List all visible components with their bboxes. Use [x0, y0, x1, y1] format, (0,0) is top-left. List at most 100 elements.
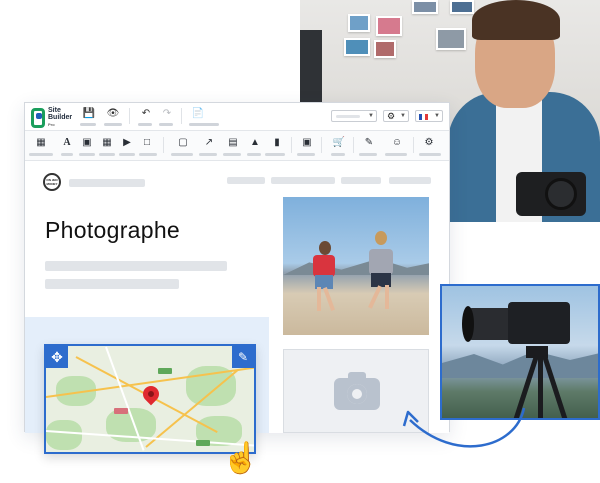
map-label — [114, 408, 128, 414]
gear-icon: ⚙ — [387, 111, 396, 121]
map-icon[interactable]: □ — [139, 137, 155, 149]
form-icon[interactable]: ▤ — [225, 137, 241, 149]
divider — [413, 137, 414, 153]
label-placeholder — [419, 153, 441, 156]
pointer-hand-icon: ☝ — [221, 442, 260, 475]
leg-shape — [323, 287, 335, 311]
label-placeholder — [171, 153, 193, 156]
nav-item-placeholder[interactable] — [271, 177, 335, 184]
language-select[interactable]: ▼ — [415, 110, 443, 122]
brand-line1: Site — [48, 107, 61, 114]
head-shape — [319, 241, 331, 255]
redo-icon[interactable]: ↷ — [159, 108, 175, 119]
label-placeholder — [138, 123, 152, 126]
jumping-girls-photo[interactable] — [283, 197, 429, 335]
undo-icon[interactable]: ↶ — [138, 108, 154, 119]
nav-item-placeholder[interactable] — [227, 177, 265, 184]
save-icon[interactable]: 💾 — [81, 108, 97, 119]
map-widget[interactable]: ✥ ✎ — [44, 344, 256, 454]
girl-grey-shirt — [368, 227, 393, 312]
logo-mark-icon — [31, 107, 45, 128]
settings-select[interactable]: ⚙ ▼ — [383, 110, 409, 122]
label-placeholder — [119, 153, 135, 156]
toolbar-top: Site Builder Pro 💾 👁 ↶ ↷ 📄 ▼ ⚙ ▼ ▼ — [25, 103, 449, 131]
mountains-shape — [283, 258, 429, 275]
camera-tripod-photo — [440, 284, 600, 420]
wall-photo — [412, 0, 438, 14]
wall-photo — [450, 0, 474, 14]
share-icon[interactable]: ↗ — [201, 137, 217, 149]
label-placeholder — [29, 153, 53, 156]
cart-icon[interactable]: 🛒 — [331, 137, 347, 149]
page-title[interactable]: Photographe — [45, 217, 180, 244]
divider — [181, 108, 182, 124]
french-flag-icon — [419, 114, 428, 120]
bookmark-icon[interactable]: ▮ — [269, 137, 285, 149]
brand-sub: Pro — [48, 122, 55, 127]
text-icon[interactable]: A — [59, 137, 75, 149]
nav-item-placeholder[interactable] — [341, 177, 381, 184]
nav-item-placeholder[interactable] — [389, 177, 431, 184]
text-placeholder — [45, 279, 179, 289]
layout-icon[interactable]: ▦ — [33, 137, 49, 149]
leg-shape — [317, 287, 321, 311]
label-placeholder — [247, 153, 261, 156]
divider — [321, 137, 322, 153]
chevron-down-icon: ▼ — [368, 113, 374, 119]
video-icon[interactable]: ▶ — [119, 137, 135, 149]
man-hair — [472, 0, 560, 40]
camera-lens — [545, 178, 577, 210]
site-logo[interactable]: ON JEN MONEY — [43, 173, 61, 191]
label-placeholder — [359, 153, 377, 156]
site-name-placeholder — [69, 179, 145, 187]
label-placeholder — [297, 153, 315, 156]
embed-icon[interactable]: ▣ — [299, 137, 315, 149]
preview-eye-icon[interactable]: 👁 — [105, 108, 121, 119]
edit-icon[interactable]: ✎ — [361, 137, 377, 149]
page-icon[interactable]: 📄 — [190, 108, 206, 119]
page-select[interactable]: ▼ — [331, 110, 377, 122]
logo-text: Site Builder Pro — [48, 107, 72, 128]
text-placeholder — [45, 261, 227, 271]
map-area — [46, 420, 82, 450]
settings-icon[interactable]: ⚙ — [421, 137, 437, 149]
label-placeholder — [99, 153, 115, 156]
map-label — [196, 440, 210, 446]
leg-shape — [368, 285, 382, 309]
label-placeholder — [331, 153, 345, 156]
wall-photo — [376, 16, 402, 36]
wall-photo — [436, 28, 466, 50]
move-icon[interactable]: ✥ — [46, 346, 68, 368]
label-placeholder — [385, 153, 407, 156]
lens-front-shape — [462, 306, 474, 342]
shirt-shape — [369, 249, 393, 275]
curved-arrow-icon — [402, 407, 526, 448]
label-placeholder — [139, 153, 157, 156]
divider — [129, 108, 130, 124]
users-icon[interactable]: ☺ — [389, 137, 405, 149]
label-placeholder — [223, 153, 241, 156]
mountains-shape — [442, 351, 598, 378]
shirt-shape — [313, 255, 335, 277]
label-placeholder — [104, 123, 122, 126]
box-icon[interactable]: ▢ — [175, 137, 191, 149]
gallery-icon[interactable]: ▦ — [99, 137, 115, 149]
label-placeholder — [79, 153, 95, 156]
divider — [291, 137, 292, 153]
leg-shape — [385, 285, 389, 309]
girl-red-shirt — [313, 237, 335, 311]
chevron-down-icon: ▼ — [434, 113, 440, 119]
toolbar-widgets: ▦ A ▣ ▦ ▶ □ ▢ ↗ ▤ ▲ ▮ ▣ 🛒 ✎ ☺ ⚙ — [25, 131, 449, 161]
map-label — [158, 368, 172, 374]
label-placeholder — [265, 153, 285, 156]
label-placeholder — [159, 123, 173, 126]
chevron-down-icon: ▼ — [400, 113, 406, 119]
image-icon[interactable]: ▣ — [79, 137, 95, 149]
wall-photo — [348, 14, 370, 32]
label-placeholder — [199, 153, 217, 156]
camera-icon — [334, 372, 380, 410]
camera-body-shape — [508, 302, 570, 344]
head-shape — [375, 231, 387, 245]
sitemap-icon[interactable]: ▲ — [247, 137, 263, 149]
pencil-icon[interactable]: ✎ — [232, 346, 254, 368]
